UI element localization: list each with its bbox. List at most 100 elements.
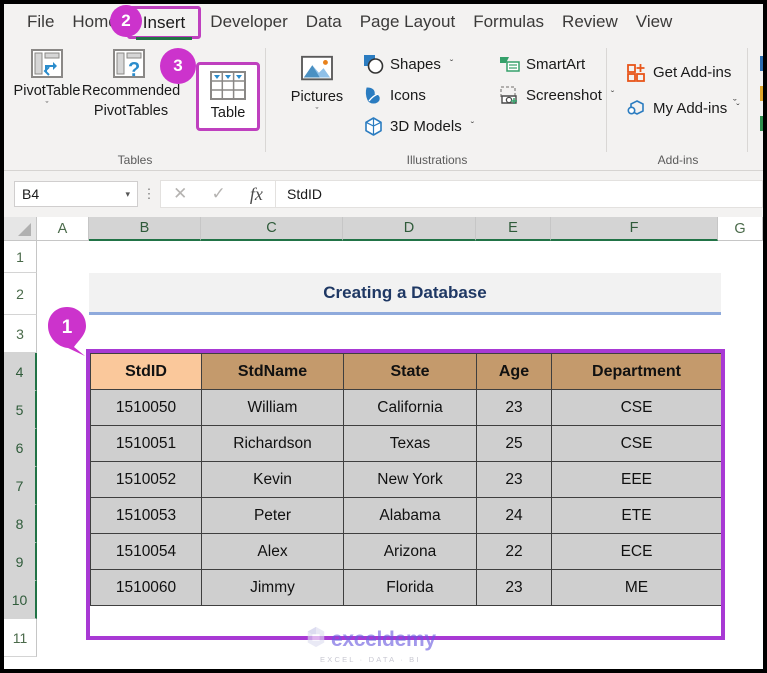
cancel-icon[interactable]: ✕ xyxy=(173,184,187,204)
cell-state[interactable]: Alabama xyxy=(344,498,477,534)
row-header-3[interactable]: 3 xyxy=(4,315,37,353)
table-row: 1510060 Jimmy Florida 23 ME xyxy=(91,570,722,606)
formula-input[interactable]: StdID xyxy=(276,180,763,208)
shapes-chevron-down-icon[interactable]: ˇ xyxy=(450,59,453,70)
tab-file[interactable]: File xyxy=(18,5,63,39)
watermark-tagline: EXCEL · DATA · BI xyxy=(320,655,421,664)
cell-stdid[interactable]: 1510051 xyxy=(91,426,202,462)
cell-state[interactable]: Arizona xyxy=(344,534,477,570)
cell-age[interactable]: 23 xyxy=(477,462,552,498)
cell-stdname[interactable]: Richardson xyxy=(202,426,344,462)
header-cell-stdid[interactable]: StdID xyxy=(91,354,202,390)
cell-department[interactable]: CSE xyxy=(552,426,722,462)
cell-stdname[interactable]: William xyxy=(202,390,344,426)
table-button[interactable]: Table xyxy=(196,62,260,131)
cell-stdid[interactable]: 1510054 xyxy=(91,534,202,570)
tab-page-layout[interactable]: Page Layout xyxy=(351,5,464,39)
cell-stdid[interactable]: 1510050 xyxy=(91,390,202,426)
table-row: 1510052 Kevin New York 23 EEE xyxy=(91,462,722,498)
row-header-8[interactable]: 8 xyxy=(4,505,37,543)
pictures-button[interactable]: Pictures ˇ xyxy=(281,54,353,115)
formula-bar-more-icon[interactable]: ⋮ xyxy=(138,189,160,199)
cell-stdname[interactable]: Kevin xyxy=(202,462,344,498)
pivottable-label: PivotTable xyxy=(14,83,81,100)
table-header-row: StdID StdName State Age Department xyxy=(91,354,722,390)
row-header-6[interactable]: 6 xyxy=(4,429,37,467)
cell-age[interactable]: 23 xyxy=(477,570,552,606)
charts-chevron-down-icon[interactable]: ˇ xyxy=(733,98,737,110)
tab-formulas[interactable]: Formulas xyxy=(464,5,553,39)
3d-models-button[interactable]: 3D Models ˇ xyxy=(363,116,474,137)
row-header-5[interactable]: 5 xyxy=(4,391,37,429)
cell-state[interactable]: California xyxy=(344,390,477,426)
cell-age[interactable]: 22 xyxy=(477,534,552,570)
get-add-ins-button[interactable]: Get Add-ins xyxy=(626,62,731,83)
smartart-button[interactable]: SmartArt xyxy=(499,54,585,75)
screenshot-label: Screenshot xyxy=(526,87,602,104)
enter-icon[interactable]: ✓ xyxy=(211,184,225,204)
cell-department[interactable]: ETE xyxy=(552,498,722,534)
column-header-f[interactable]: F xyxy=(551,217,718,241)
table-label: Table xyxy=(211,105,246,122)
icons-button[interactable]: Icons xyxy=(363,85,426,106)
name-box[interactable]: B4 ▾ xyxy=(14,181,138,207)
header-cell-stdname[interactable]: StdName xyxy=(202,354,344,390)
cell-age[interactable]: 25 xyxy=(477,426,552,462)
header-cell-state[interactable]: State xyxy=(344,354,477,390)
recommended-pivottables-label: Recommended xyxy=(82,83,180,100)
cell-department[interactable]: CSE xyxy=(552,390,722,426)
row-header-2[interactable]: 2 xyxy=(4,273,37,315)
svg-text:?: ? xyxy=(128,59,140,80)
header-cell-age[interactable]: Age xyxy=(477,354,552,390)
tab-view[interactable]: View xyxy=(627,5,682,39)
row-header-1[interactable]: 1 xyxy=(4,241,37,273)
pivottable-button[interactable]: PivotTable ˇ xyxy=(4,48,90,109)
table-row: 1510051 Richardson Texas 25 CSE xyxy=(91,426,722,462)
cell-stdid[interactable]: 1510060 xyxy=(91,570,202,606)
screenshot-icon xyxy=(499,85,520,106)
tab-developer[interactable]: Developer xyxy=(201,5,297,39)
name-box-chevron-down-icon[interactable]: ▾ xyxy=(125,189,130,200)
column-header-g[interactable]: G xyxy=(718,217,763,241)
cell-stdname[interactable]: Peter xyxy=(202,498,344,534)
cell-stdid[interactable]: 1510053 xyxy=(91,498,202,534)
row-header-4[interactable]: 4 xyxy=(4,353,37,391)
cell-age[interactable]: 24 xyxy=(477,498,552,534)
column-header-a[interactable]: A xyxy=(37,217,89,241)
column-header-b[interactable]: B xyxy=(89,217,201,241)
cell-state[interactable]: Texas xyxy=(344,426,477,462)
cell-state[interactable]: Florida xyxy=(344,570,477,606)
tab-data[interactable]: Data xyxy=(297,5,351,39)
row-header-10[interactable]: 10 xyxy=(4,581,37,619)
cell-department[interactable]: EEE xyxy=(552,462,722,498)
pictures-chevron-down-icon[interactable]: ˇ xyxy=(316,107,319,115)
pivottable-chevron-down-icon[interactable]: ˇ xyxy=(46,101,49,109)
tab-review[interactable]: Review xyxy=(553,5,627,39)
cell-stdname[interactable]: Alex xyxy=(202,534,344,570)
cell-stdid[interactable]: 1510052 xyxy=(91,462,202,498)
column-header-c[interactable]: C xyxy=(201,217,343,241)
shapes-button[interactable]: Shapes ˇ xyxy=(363,54,453,75)
insert-function-icon[interactable]: fx xyxy=(250,184,263,205)
illustrations-group-label: Illustrations xyxy=(267,153,607,167)
screenshot-button[interactable]: Screenshot ˇ xyxy=(499,85,614,106)
group-divider xyxy=(747,48,748,152)
cell-department[interactable]: ME xyxy=(552,570,722,606)
row-header-11[interactable]: 11 xyxy=(4,619,37,657)
select-all-corner[interactable] xyxy=(4,217,37,241)
icons-icon xyxy=(363,85,384,106)
3d-models-chevron-down-icon[interactable]: ˇ xyxy=(471,121,474,132)
header-cell-department[interactable]: Department xyxy=(552,354,722,390)
column-header-d[interactable]: D xyxy=(343,217,476,241)
my-add-ins-button[interactable]: My Add-ins ˇ xyxy=(626,98,740,119)
cell-age[interactable]: 23 xyxy=(477,390,552,426)
sheet-title-cell[interactable]: Creating a Database xyxy=(89,273,721,315)
row-header-7[interactable]: 7 xyxy=(4,467,37,505)
my-add-ins-icon xyxy=(626,98,647,119)
cell-department[interactable]: ECE xyxy=(552,534,722,570)
cell-stdname[interactable]: Jimmy xyxy=(202,570,344,606)
callout-badge-3: 3 xyxy=(160,48,196,84)
column-header-e[interactable]: E xyxy=(476,217,551,241)
cell-state[interactable]: New York xyxy=(344,462,477,498)
row-header-9[interactable]: 9 xyxy=(4,543,37,581)
